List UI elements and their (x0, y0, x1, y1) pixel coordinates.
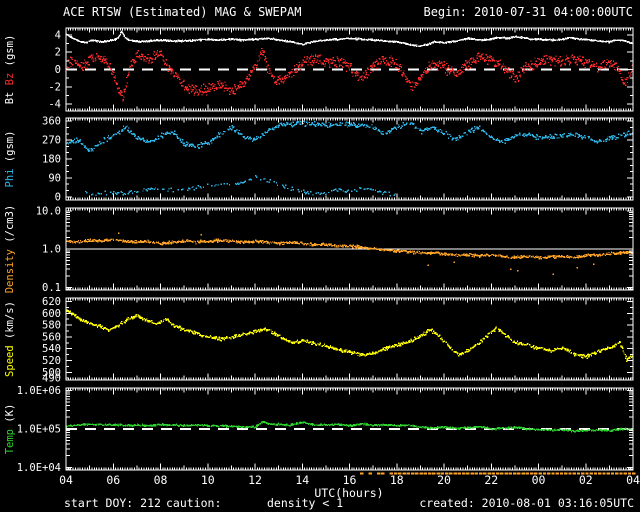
series-Bz (66, 47, 633, 102)
y-tick-label: 520 (42, 355, 61, 367)
x-tick-label: 22 (484, 473, 498, 487)
y-tick-label: -2 (48, 81, 61, 93)
series-Speed (66, 309, 633, 362)
plot-canvas: 420-2-4Bt Bz (gsm)360270180900Phi (gsm)1… (4, 5, 640, 510)
y-tick-label: 1.0E+05 (17, 423, 61, 435)
y-axis-label-bt-bz: Bt Bz (gsm) (4, 35, 16, 105)
y-axis-label-temp: Temp (K) (4, 404, 16, 455)
x-tick-label: 12 (248, 473, 262, 487)
y-tick-label: 90 (48, 172, 61, 184)
x-tick-label: 06 (106, 473, 120, 487)
x-tick-label: 08 (154, 473, 168, 487)
footer-caution-label: caution: (166, 496, 221, 510)
footer-created: created: 2010-08-01 03:16:05UTC (419, 496, 634, 510)
chart-layers: 420-2-4Bt Bz (gsm)360270180900Phi (gsm)1… (4, 27, 640, 487)
x-tick-label: 04 (59, 473, 73, 487)
x-tick-label: 14 (295, 473, 309, 487)
series-Density-outliers (118, 232, 595, 275)
x-tick-label: 02 (579, 473, 593, 487)
y-tick-label: 1.0E+04 (17, 462, 61, 474)
panel-temp: 1.0E+06 1.0E+05 1.0E+04Temp (K) (4, 385, 634, 474)
y-tick-label: 580 (42, 320, 61, 332)
y-tick-label: 10.0 (36, 205, 61, 217)
y-tick-label: 0 (55, 191, 61, 203)
x-tick-label: 00 (532, 473, 546, 487)
y-tick-label: -4 (48, 99, 61, 111)
series-Phi-upper (66, 120, 633, 153)
panel-bt-bz: 4 2 0 -2 -4 Bt Bz (gsm) (4, 27, 634, 112)
footer-start-doy: start DOY: 212 (64, 496, 161, 510)
y-tick-label: 270 (42, 135, 61, 147)
x-tick-label: 10 (201, 473, 215, 487)
series-Temp (66, 420, 633, 433)
y-tick-label: 600 (42, 308, 61, 320)
y-tick-label: 2 (55, 47, 61, 59)
series-Phi-lower (84, 175, 397, 197)
y-tick-label: 0 (55, 64, 61, 76)
y-tick-label: 4 (55, 29, 61, 41)
y-tick-label: 180 (42, 154, 61, 166)
y-axis-label-phi: Phi (gsm) (4, 131, 16, 188)
panel-border (65, 297, 634, 381)
panel-speed: 620600580560540520500490Speed (km/s) (4, 296, 634, 385)
x-tick-label: 18 (390, 473, 404, 487)
footer-caution-value: density < 1 (267, 496, 343, 510)
series-Bt (66, 30, 633, 47)
x-tick-label: 04 (626, 473, 640, 487)
y-tick-label: 540 (42, 343, 61, 355)
panel-density: 10.0 1.0 0.1 Density (/cm3) (4, 205, 634, 294)
ace-rtsw-plot: 4 2 0 -2 -4 Bt Bz (gsm) 360 270 180 90 0 Phi (gsm) 1… (0, 0, 640, 512)
y-tick-label: 1.0 (42, 244, 61, 256)
y-tick-label: 560 (42, 331, 61, 343)
y-tick-label: 360 (42, 116, 61, 128)
x-tick-label: 16 (343, 473, 357, 487)
panel-phi: 360 270 180 90 0 Phi (gsm) (4, 116, 634, 203)
y-axis-label-speed: Speed (km/s) (4, 301, 16, 377)
y-tick-label: 0.1 (42, 282, 61, 294)
y-tick-label: 1.0E+06 (17, 385, 61, 397)
x-tick-label: 20 (437, 473, 451, 487)
begin-timestamp: Begin: 2010-07-31 04:00:00UTC (423, 5, 633, 19)
axis-ticks (65, 298, 634, 380)
y-axis-label-density: Density (/cm3) (4, 205, 16, 294)
y-tick-label: 620 (42, 296, 61, 308)
y-tick-label: 490 (42, 373, 61, 385)
page-title: ACE RTSW (Estimated) MAG & SWEPAM (63, 5, 301, 19)
